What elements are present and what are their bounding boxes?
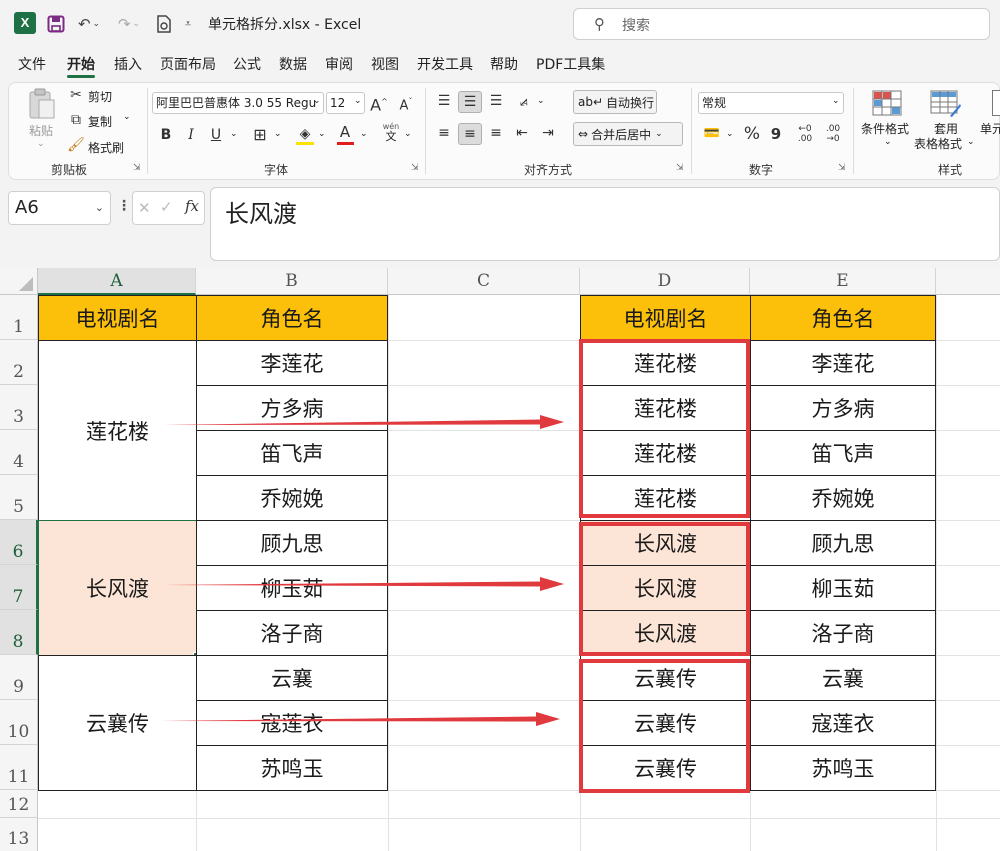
arrow-icon — [164, 415, 564, 429]
arrow-icon — [160, 712, 560, 726]
arrow-icon — [164, 577, 564, 591]
annotation-arrows — [160, 415, 564, 726]
